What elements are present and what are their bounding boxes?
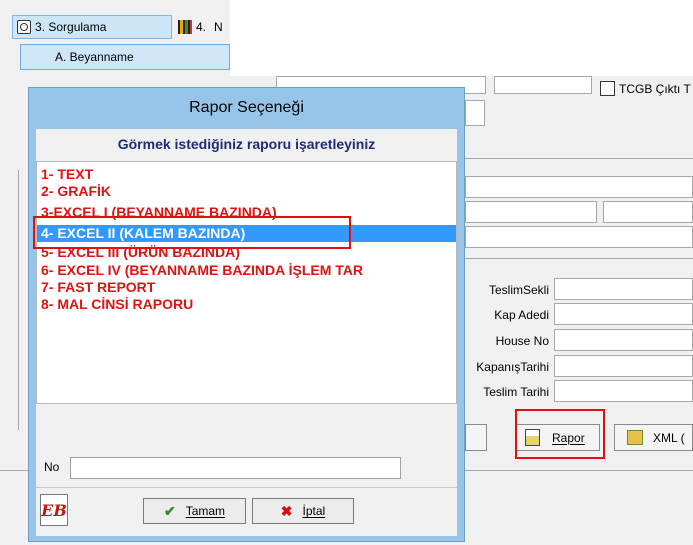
submenu-item-beyanname-label: A. Beyanname bbox=[55, 50, 134, 64]
report-option-grafik[interactable]: 2- GRAFİK bbox=[41, 183, 454, 200]
menu-item-next-suffix: N bbox=[214, 20, 223, 34]
dialog-instruction: Görmek istediğiniz raporu işaretleyiniz bbox=[117, 136, 376, 152]
house-no-input[interactable] bbox=[554, 329, 693, 351]
report-options-list[interactable]: 1- TEXT 2- GRAFİK 3-EXCEL I (BEYANNAME B… bbox=[36, 161, 457, 404]
eb-logo: EB bbox=[40, 494, 68, 526]
report-option-fast-report[interactable]: 7- FAST REPORT bbox=[41, 279, 454, 296]
bg-small-field bbox=[465, 100, 485, 126]
bg-field-wide-2 bbox=[465, 226, 693, 248]
menu-item-next[interactable]: 4. N bbox=[178, 15, 230, 39]
iptal-button[interactable]: ✖ İptal bbox=[252, 498, 354, 524]
report-option-excel-4[interactable]: 6- EXCEL IV (BEYANNAME BAZINDA İŞLEM TAR bbox=[41, 262, 454, 279]
dialog-title: Rapor Seçeneği bbox=[189, 99, 304, 116]
no-input[interactable] bbox=[70, 457, 401, 479]
menu-item-sorgulama[interactable]: 3. Sorgulama bbox=[12, 15, 172, 39]
checkmark-icon: ✔ bbox=[163, 502, 176, 519]
bg-button-partial[interactable] bbox=[465, 424, 487, 451]
tcgb-checkbox-row[interactable]: TCGB Çıktı T bbox=[600, 81, 691, 96]
field-label-house-no: House No bbox=[495, 334, 549, 348]
xml-button-label: XML ( bbox=[653, 430, 685, 445]
xml-icon bbox=[627, 430, 643, 445]
bg-left-edge bbox=[18, 170, 19, 430]
tamam-button-label: Tamam bbox=[185, 504, 226, 518]
tcgb-checkbox[interactable] bbox=[600, 81, 615, 96]
rapor-highlight-box bbox=[515, 409, 605, 459]
field-label-teslimsekli: TeslimSekli bbox=[488, 283, 549, 297]
teslim-tarihi-input[interactable] bbox=[554, 380, 693, 402]
xml-button[interactable]: XML ( bbox=[614, 424, 693, 451]
tcgb-checkbox-label: TCGB Çıktı T bbox=[619, 81, 691, 96]
chart-icon bbox=[178, 20, 192, 34]
field-label-kap-adedi: Kap Adedi bbox=[494, 308, 549, 322]
submenu-item-beyanname[interactable]: A. Beyanname bbox=[20, 44, 230, 70]
report-option-mal-cinsi[interactable]: 8- MAL CİNSİ RAPORU bbox=[41, 296, 454, 313]
menu-item-next-label: 4. bbox=[196, 20, 207, 34]
close-icon: ✖ bbox=[280, 502, 293, 519]
tamam-button[interactable]: ✔ Tamam bbox=[143, 498, 246, 524]
bg-field-half-right bbox=[603, 201, 693, 223]
selected-option-highlight-box bbox=[33, 216, 351, 249]
field-label-kapanis-tarihi: KapanışTarihi bbox=[476, 360, 549, 374]
teslimsekli-input[interactable] bbox=[554, 278, 693, 300]
kap-adedi-input[interactable] bbox=[554, 303, 693, 325]
bg-divider-1 bbox=[465, 158, 693, 159]
magnifier-icon bbox=[17, 20, 31, 34]
bg-divider-2 bbox=[465, 258, 693, 259]
kapanis-tarihi-input[interactable] bbox=[554, 355, 693, 377]
menu-item-sorgulama-label: 3. Sorgulama bbox=[35, 20, 107, 34]
bg-field-top-right bbox=[494, 76, 592, 94]
bg-field-wide-1 bbox=[465, 176, 693, 198]
no-label: No bbox=[44, 460, 60, 474]
field-label-teslim-tarihi: Teslim Tarihi bbox=[483, 385, 549, 399]
report-option-text[interactable]: 1- TEXT bbox=[41, 166, 454, 183]
iptal-button-label: İptal bbox=[302, 504, 326, 518]
bg-field-half-left bbox=[465, 201, 597, 223]
dialog-footer-separator bbox=[36, 487, 457, 488]
